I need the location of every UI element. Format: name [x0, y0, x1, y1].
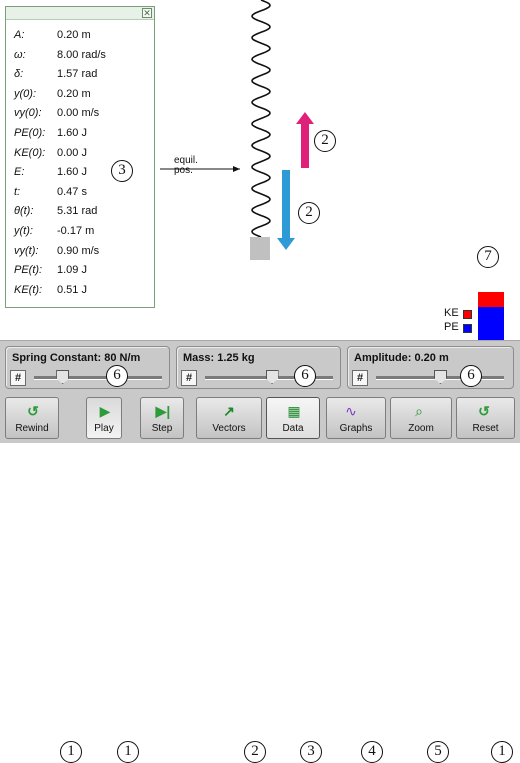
data-row-value: 0.00 J — [57, 146, 87, 159]
data-row-label: A: — [14, 29, 25, 41]
data-row-label: PE(t): — [14, 264, 43, 277]
play-icon: ▶ — [99, 403, 111, 419]
ke-legend-label: KE — [444, 307, 459, 319]
graphs-icon: ∿ — [345, 403, 357, 419]
reset-icon: ↺ — [478, 403, 490, 419]
data-panel-marker: 3 — [111, 160, 133, 182]
data-row-label: vy(t): — [14, 244, 39, 257]
data-row-value: 1.60 J — [57, 127, 87, 139]
data-row-value: 0.00 m/s — [57, 107, 100, 120]
spring-constant-slider-group: Spring Constant: 80 N/m # 6 — [5, 346, 170, 389]
vectors-arrow-icon: ↗ — [223, 403, 235, 419]
play-button[interactable]: ▶ Play — [86, 397, 122, 439]
control-panel: Spring Constant: 80 N/m # 6 Mass: 1.25 k… — [0, 340, 520, 763]
data-panel-titlebar[interactable]: ✕ — [6, 7, 154, 20]
rewind-marker: 1 — [60, 741, 82, 763]
data-row-value: -0.17 m — [57, 225, 95, 237]
energy-marker: 7 — [477, 246, 499, 268]
data-row-label: PE(0): — [14, 127, 46, 139]
data-row-value: 0.90 m/s — [57, 244, 100, 257]
spring-constant-entry-button[interactable]: # — [10, 370, 26, 386]
mass-slider-group: Mass: 1.25 kg # 6 — [176, 346, 341, 389]
step-icon: ▶| — [155, 403, 171, 419]
data-row-value: 0.51 J — [57, 283, 87, 296]
simulation-stage: ✕ A: 0.20 m ω: 8.00 rad/s δ: 1.57 rad y(0): 0.2… — [0, 0, 520, 340]
graphs-marker: 4 — [361, 741, 383, 763]
rewind-icon: ↺ — [27, 403, 39, 419]
data-button[interactable]: ▦ Data — [266, 397, 320, 439]
ke-bar — [478, 292, 504, 308]
spring-constant-label: Spring Constant: 80 N/m — [12, 352, 141, 364]
data-row-value: 1.57 rad — [57, 68, 98, 81]
data-row-label: y(t): — [14, 225, 33, 237]
equilibrium-label: equil. pos. — [174, 155, 198, 176]
spring-constant-marker: 6 — [106, 365, 128, 387]
reset-marker: 1 — [491, 741, 513, 763]
step-button[interactable]: ▶| Step — [140, 397, 184, 439]
zoom-button[interactable]: ⌕ Zoom — [390, 397, 452, 439]
graphs-button[interactable]: ∿ Graphs — [326, 397, 386, 439]
mass-label: Mass: 1.25 kg — [183, 352, 255, 364]
data-row-value: 1.60 J — [57, 166, 87, 179]
data-row-label: E: — [14, 166, 25, 179]
vectors-marker: 2 — [244, 741, 266, 763]
data-table-icon: ▦ — [287, 403, 301, 419]
data-panel: ✕ A: 0.20 m ω: 8.00 rad/s δ: 1.57 rad y(0): 0.2… — [5, 6, 155, 308]
ke-legend-swatch — [463, 310, 472, 319]
data-marker: 3 — [300, 741, 322, 763]
velocity-marker: 2 — [314, 130, 336, 152]
spring-constant-track[interactable] — [34, 376, 162, 380]
data-row-value: 8.00 rad/s — [57, 48, 106, 61]
pe-legend-label: PE — [444, 321, 459, 333]
pe-legend-swatch — [463, 324, 472, 333]
amplitude-marker: 6 — [460, 365, 482, 387]
force-marker: 2 — [298, 202, 320, 224]
data-row-value: 0.47 s — [57, 185, 87, 198]
data-row-label: vy(0): — [14, 107, 42, 120]
reset-button[interactable]: ↺ Reset — [456, 397, 515, 439]
amplitude-entry-button[interactable]: # — [352, 370, 368, 386]
data-row-value: 0.20 m — [57, 29, 91, 41]
data-row-label: KE(t): — [14, 283, 43, 296]
data-row-label: KE(0): — [14, 146, 46, 159]
rewind-button[interactable]: ↺ Rewind — [5, 397, 59, 439]
amplitude-label: Amplitude: 0.20 m — [354, 352, 449, 364]
mass-thumb[interactable] — [265, 370, 279, 384]
play-marker: 1 — [117, 741, 139, 763]
close-icon[interactable]: ✕ — [142, 8, 152, 18]
zoom-icon: ⌕ — [415, 403, 423, 419]
mass-marker: 6 — [294, 365, 316, 387]
data-row-value: 1.09 J — [57, 264, 87, 277]
data-row-label: δ: — [14, 68, 24, 81]
amplitude-thumb[interactable] — [434, 370, 447, 384]
mass-block — [250, 237, 270, 260]
data-row-label: θ(t): — [14, 205, 34, 218]
zoom-marker: 5 — [427, 741, 449, 763]
data-row-label: y(0): — [14, 87, 36, 100]
force-arrow — [277, 170, 295, 250]
data-row-value: 5.31 rad — [57, 205, 98, 218]
data-row-label: ω: — [14, 48, 26, 61]
velocity-arrow — [296, 112, 314, 168]
vectors-button[interactable]: ↗ Vectors — [196, 397, 262, 439]
pe-bar — [478, 307, 504, 340]
mass-entry-button[interactable]: # — [181, 370, 197, 386]
amplitude-slider-group: Amplitude: 0.20 m # 6 — [347, 346, 514, 389]
data-row-value: 0.20 m — [57, 87, 91, 100]
data-row-label: t: — [14, 185, 21, 198]
spring-constant-thumb[interactable] — [56, 370, 70, 384]
